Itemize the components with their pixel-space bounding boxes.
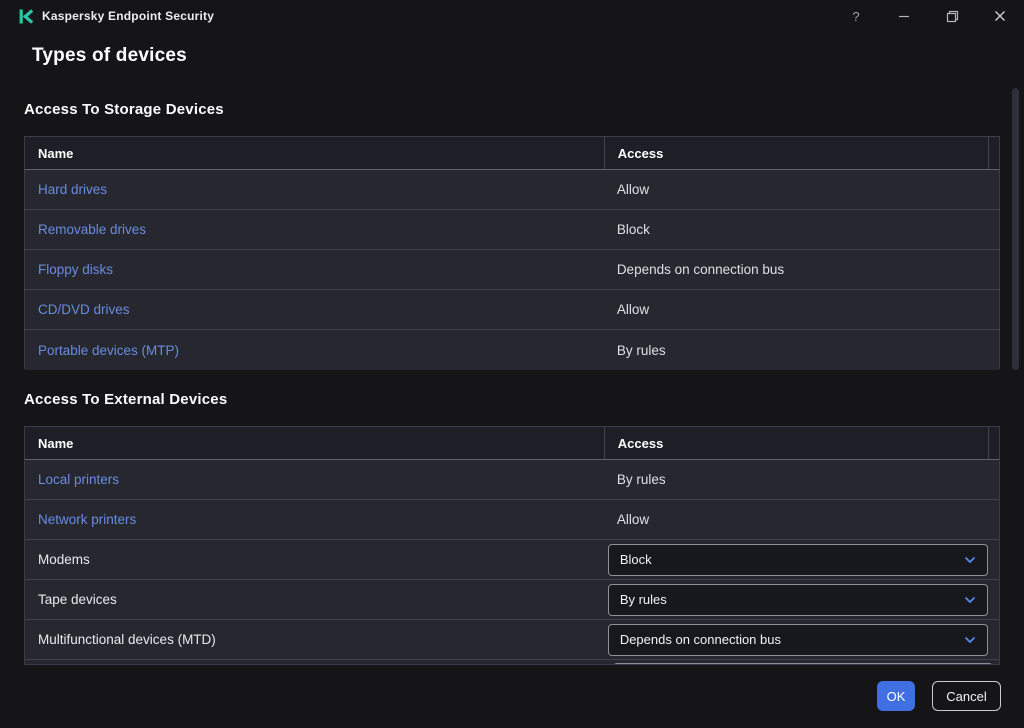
column-header-spacer — [989, 427, 999, 459]
column-header-spacer — [989, 137, 999, 169]
access-select-clipped — [613, 663, 993, 664]
access-value: By rules — [616, 472, 666, 487]
help-button[interactable]: ? — [832, 0, 880, 32]
chevron-down-icon — [964, 591, 976, 609]
table-row-clipped — [25, 660, 999, 664]
device-label-multifunctional-devices-mtd: Multifunctional devices (MTD) — [38, 632, 216, 647]
access-value: Allow — [616, 302, 650, 317]
table-header-row: Name Access — [25, 427, 999, 460]
external-devices-table: Name Access Local printers By rules Netw… — [24, 426, 1000, 665]
table-row: Floppy disks Depends on connection bus — [25, 250, 999, 290]
device-link-local-printers[interactable]: Local printers — [38, 472, 119, 487]
page-title: Types of devices — [32, 45, 187, 66]
restore-button[interactable] — [928, 0, 976, 32]
table-row: Modems Block — [25, 540, 999, 580]
cancel-button[interactable]: Cancel — [932, 681, 1001, 711]
table-header-row: Name Access — [25, 137, 999, 170]
table-row: Multifunctional devices (MTD) Depends on… — [25, 620, 999, 660]
section-title-external-devices: Access To External Devices — [24, 391, 228, 408]
access-select-tape-devices[interactable]: By rules — [607, 583, 988, 616]
device-link-network-printers[interactable]: Network printers — [38, 512, 136, 527]
table-row: Tape devices By rules — [25, 580, 999, 620]
close-button[interactable] — [976, 0, 1024, 32]
access-value: Allow — [616, 182, 650, 197]
column-header-name: Name — [38, 145, 74, 161]
table-row: Removable drives Block — [25, 210, 999, 250]
access-value: Depends on connection bus — [616, 262, 785, 277]
access-select-multifunctional-devices[interactable]: Depends on connection bus — [607, 623, 988, 656]
device-label-modems: Modems — [38, 552, 90, 567]
access-value: Block — [616, 222, 650, 237]
storage-devices-table: Name Access Hard drives Allow Removable … — [24, 136, 1000, 370]
window-title: Kaspersky Endpoint Security — [42, 9, 215, 23]
device-link-portable-devices-mtp[interactable]: Portable devices (MTP) — [38, 343, 179, 358]
table-row: CD/DVD drives Allow — [25, 290, 999, 330]
access-select-modems[interactable]: Block — [607, 543, 988, 576]
table-row: Portable devices (MTP) By rules — [25, 330, 999, 370]
table-row: Network printers Allow — [25, 500, 999, 540]
device-link-cd-dvd-drives[interactable]: CD/DVD drives — [38, 302, 130, 317]
access-value: Allow — [616, 512, 650, 527]
column-header-name: Name — [38, 435, 74, 451]
device-link-floppy-disks[interactable]: Floppy disks — [38, 262, 113, 277]
access-value: By rules — [616, 342, 666, 358]
ok-button[interactable]: OK — [877, 681, 915, 711]
device-link-hard-drives[interactable]: Hard drives — [38, 182, 107, 197]
chevron-down-icon — [964, 631, 976, 649]
device-label-tape-devices: Tape devices — [38, 592, 117, 607]
kaspersky-logo-icon — [18, 8, 35, 25]
section-title-storage-devices: Access To Storage Devices — [24, 101, 224, 118]
table-row: Hard drives Allow — [25, 170, 999, 210]
column-header-access: Access — [603, 427, 990, 459]
device-link-removable-drives[interactable]: Removable drives — [38, 222, 146, 237]
vertical-scrollbar-thumb[interactable] — [1012, 88, 1019, 370]
minimize-button[interactable] — [880, 0, 928, 32]
table-row: Local printers By rules — [25, 460, 999, 500]
column-header-access: Access — [603, 137, 990, 169]
chevron-down-icon — [964, 551, 976, 569]
title-bar: Kaspersky Endpoint Security ? — [0, 0, 1024, 32]
